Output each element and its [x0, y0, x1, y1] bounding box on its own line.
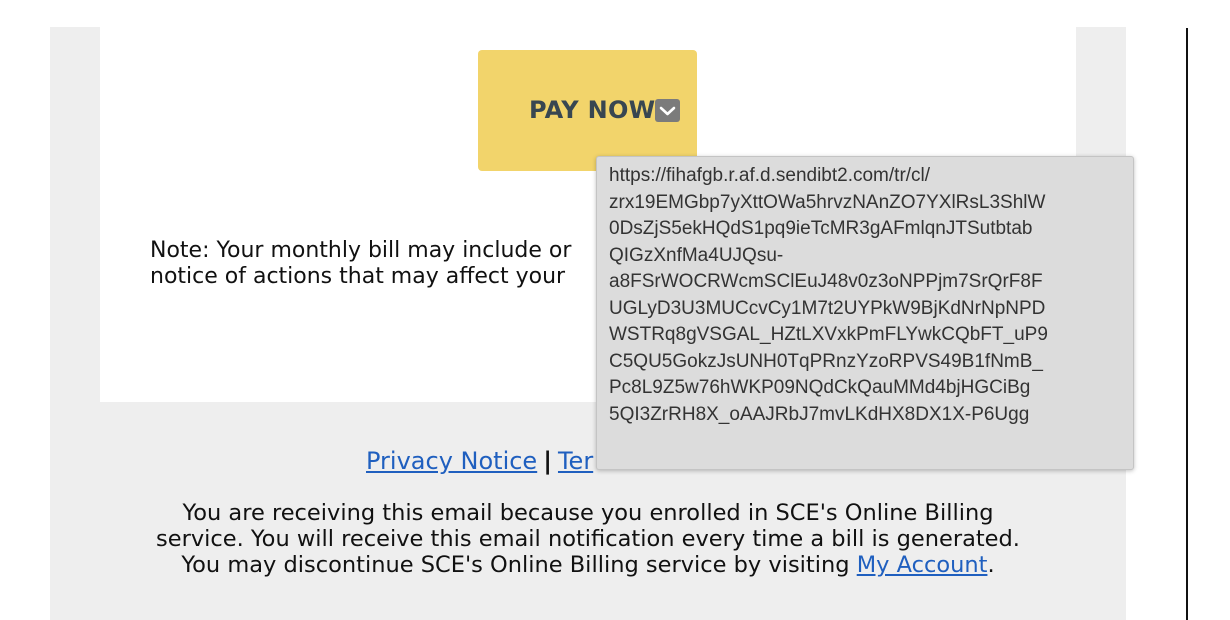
footer-links: Privacy Notice | Ter — [366, 446, 593, 476]
tooltip-url-line: a8FSrWOCRWcmSClEuJ48v0z3oNPPjm7SrQrF8F — [609, 271, 1043, 292]
enrollment-notice: You are receiving this email because you… — [150, 500, 1026, 578]
tooltip-url-line: 5QI3ZrRH8X_oAAJRbJ7mvLKdHX8DX1X-P6Ugg — [609, 403, 1030, 425]
bill-note: Note: Your monthly bill may include or n… — [150, 238, 590, 290]
tooltip-url-line: QIGzXnfMa4UJQsu- — [609, 244, 784, 266]
tooltip-url-line: C5QU5GokzJsUNH0TqPRnzYzoRPVS49B1fNmB_ — [609, 350, 1043, 372]
tooltip-url-line: zrx19EMGbp7yXttOWa5hrvzNAnZO7YXlRsL3ShlW — [609, 191, 1046, 213]
privacy-notice-link[interactable]: Privacy Notice — [366, 447, 537, 475]
tooltip-url-line: 0DsZjS5ekHQdS1pq9ieTcMR3gAFmlqnJTSutbtab — [609, 218, 1033, 239]
tooltip-url-line: Pc8L9Z5w76hWKP09NQdCkQauMMd4bjHGCiBg — [609, 377, 1031, 398]
chevron-down-icon — [655, 99, 680, 122]
pay-now-label: PAY NOW — [529, 96, 656, 124]
link-url-tooltip: https://fihafgb.r.af.d.sendibt2.com/tr/c… — [596, 156, 1134, 470]
tooltip-url-line: UGLyD3U3MUCcvCy1M7t2UYPkW9BjKdNrNpNPD — [609, 297, 1046, 319]
enrollment-period: . — [987, 552, 995, 578]
note-line: notice of actions that may affect your — [150, 264, 566, 289]
tooltip-url-line: WSTRq8gVSGAL_HZtLXVxkPmFLYwkCQbFT_uP9 — [609, 324, 1048, 345]
terms-link[interactable]: Ter — [558, 447, 593, 475]
note-line: Note: Your monthly bill may include or — [150, 238, 572, 263]
my-account-link[interactable]: My Account — [857, 552, 988, 578]
tooltip-url-line: https://fihafgb.r.af.d.sendibt2.com/tr/c… — [609, 165, 931, 186]
window-divider — [1186, 28, 1188, 620]
link-separator: | — [543, 447, 552, 475]
